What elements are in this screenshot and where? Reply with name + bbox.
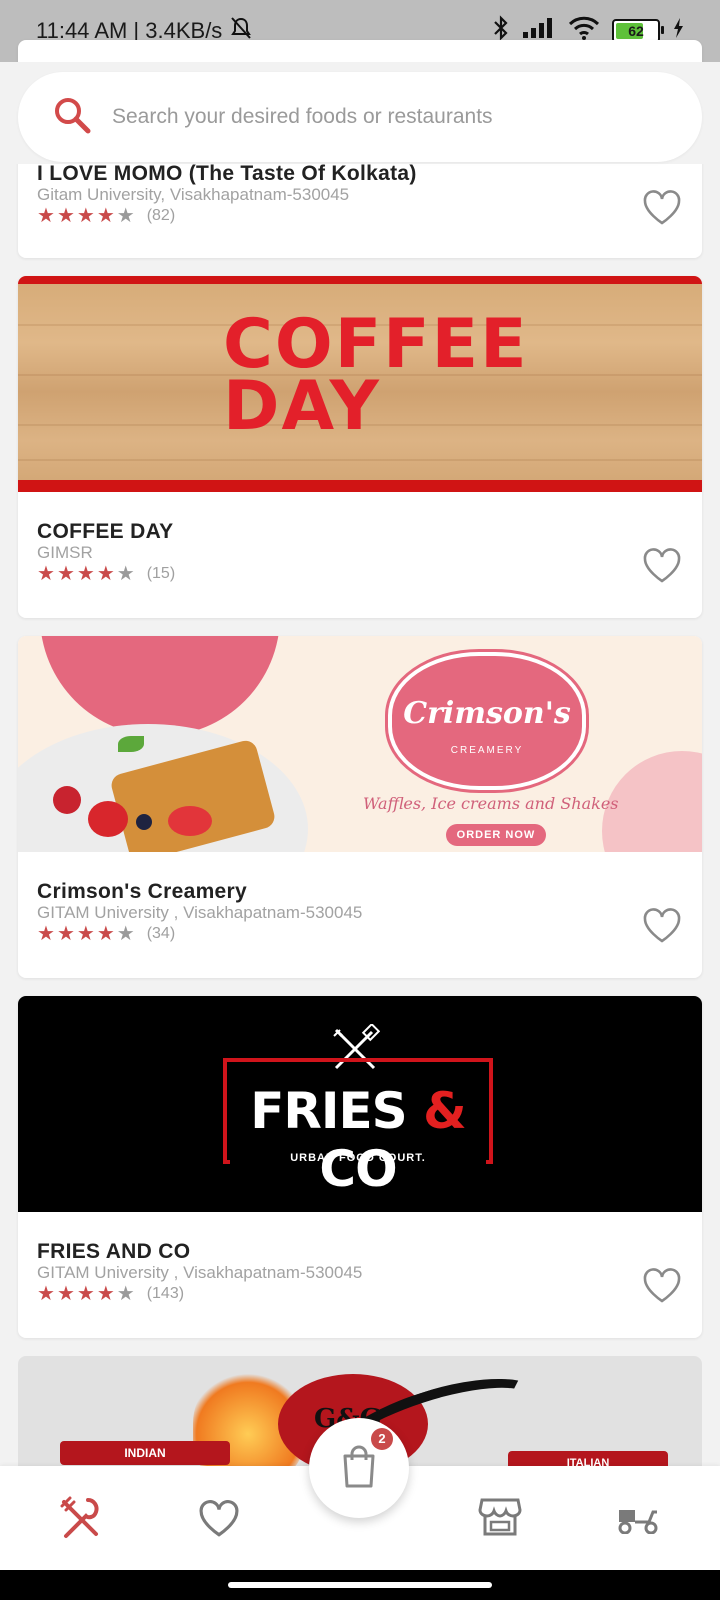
fries-and-co-logo: FRIES & CO	[230, 1082, 486, 1198]
coffee-day-logo: COFFEE DAY	[223, 305, 529, 446]
cart-count-badge: 2	[371, 1428, 393, 1450]
search-bar[interactable]	[18, 72, 702, 162]
rating-stars: ★ ★ ★ ★ ★ (34)	[37, 924, 175, 944]
restaurant-banner: FRIES & CO URBAN FOOD COURT.	[18, 996, 702, 1212]
star-icon: ★	[96, 923, 115, 945]
review-count: (34)	[146, 925, 176, 942]
restaurant-name: FRIES AND CO	[37, 1240, 191, 1263]
review-count: (143)	[146, 1285, 185, 1302]
star-icon: ★	[37, 205, 55, 227]
restaurant-address: GIMSR	[37, 543, 93, 562]
restaurant-card-fries-and-co[interactable]: FRIES & CO URBAN FOOD COURT. FRIES AND C…	[18, 996, 702, 1338]
restaurant-address: Gitam University, Visakhapatnam-530045	[37, 185, 350, 204]
star-icon: ★	[56, 205, 75, 227]
review-count: (82)	[146, 207, 176, 224]
star-icon: ★	[116, 1283, 135, 1305]
restaurants-icon[interactable]	[58, 1496, 102, 1545]
restaurant-banner: Crimson's CREAMERY Waffles, Ice creams a…	[18, 636, 702, 852]
star-icon: ★	[116, 923, 135, 945]
search-input[interactable]	[110, 104, 674, 130]
crimson-logo: Crimson's CREAMERY	[388, 652, 586, 790]
star-icon: ★	[56, 563, 75, 585]
banner-subtitle: URBAN FOOD COURT.	[290, 1152, 426, 1164]
star-icon: ★	[56, 1283, 75, 1305]
restaurant-name: I LOVE MOMO (The Taste Of Kolkata)	[37, 162, 417, 185]
restaurant-address: GITAM University , Visakhapatnam-530045	[37, 903, 363, 922]
delivery-icon[interactable]	[616, 1502, 660, 1539]
cart-button[interactable]: 2	[309, 1418, 409, 1518]
review-count: (15)	[146, 565, 176, 582]
star-icon: ★	[76, 923, 95, 945]
star-icon: ★	[116, 205, 135, 227]
restaurant-banner: COFFEE DAY	[18, 276, 702, 492]
banner-tagline: Waffles, Ice creams and Shakes	[363, 794, 619, 813]
stores-icon[interactable]	[478, 1496, 522, 1543]
battery-level: 62	[628, 23, 644, 39]
favorite-heart-icon[interactable]	[642, 908, 682, 949]
star-icon: ★	[37, 1283, 55, 1305]
order-now-badge: ORDER NOW	[446, 824, 546, 846]
rating-stars: ★ ★ ★ ★ ★ (143)	[37, 1284, 184, 1304]
favorite-heart-icon[interactable]	[642, 190, 682, 231]
favorite-heart-icon[interactable]	[642, 1268, 682, 1309]
star-icon: ★	[37, 923, 55, 945]
search-icon	[52, 95, 92, 140]
rating-stars: ★ ★ ★ ★ ★ (82)	[37, 206, 175, 226]
star-icon: ★	[76, 563, 95, 585]
favorites-icon[interactable]	[198, 1500, 240, 1543]
star-icon: ★	[116, 563, 135, 585]
home-indicator[interactable]	[228, 1582, 492, 1588]
star-icon: ★	[76, 205, 95, 227]
rating-stars: ★ ★ ★ ★ ★ (15)	[37, 564, 175, 584]
restaurant-name: Crimson's Creamery	[37, 880, 247, 903]
star-icon: ★	[76, 1283, 95, 1305]
restaurant-card-crimsons-creamery[interactable]: Crimson's CREAMERY Waffles, Ice creams a…	[18, 636, 702, 978]
restaurant-name: COFFEE DAY	[37, 520, 174, 543]
star-icon: ★	[56, 923, 75, 945]
search-container	[0, 62, 720, 164]
restaurant-card-coffee-day[interactable]: COFFEE DAY COFFEE DAY GIMSR ★ ★ ★ ★ ★ (1…	[18, 276, 702, 618]
system-gesture-bar	[0, 1570, 720, 1600]
restaurant-address: GITAM University , Visakhapatnam-530045	[37, 1263, 363, 1282]
star-icon: ★	[37, 563, 55, 585]
star-icon: ★	[96, 563, 115, 585]
cuisine-tag-indian: INDIAN	[60, 1441, 230, 1465]
star-icon: ★	[96, 205, 115, 227]
shopping-bag-icon	[339, 1444, 379, 1493]
star-icon: ★	[96, 1283, 115, 1305]
favorite-heart-icon[interactable]	[642, 548, 682, 589]
